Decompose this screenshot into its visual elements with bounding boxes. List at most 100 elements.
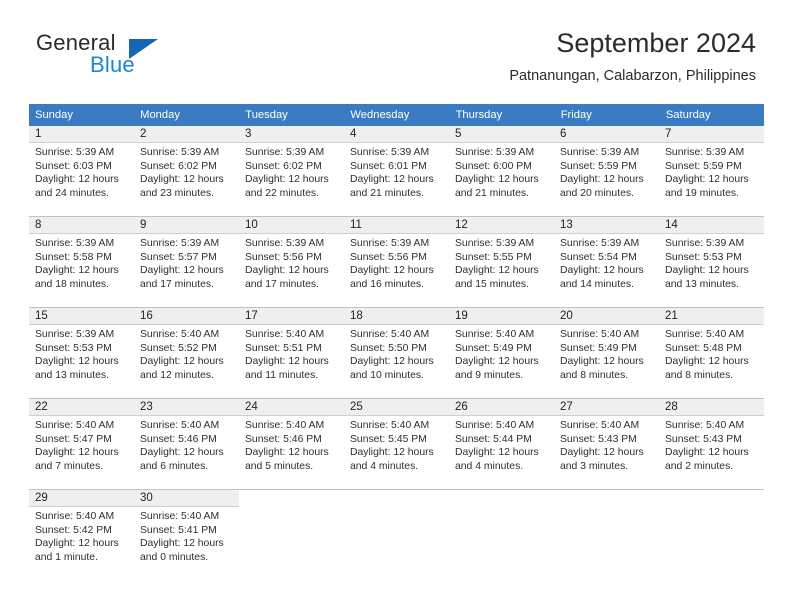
daylight-text-line2: and 15 minutes.: [455, 278, 529, 290]
day-number: 25: [350, 401, 363, 413]
day-number-band: [344, 490, 449, 507]
sunset-text: Sunset: 5:45 PM: [350, 433, 427, 445]
daylight-text-line1: Daylight: 12 hours: [35, 447, 119, 459]
calendar-day-cell[interactable]: 3 Sunrise: 5:39 AM Sunset: 6:02 PM Daylight…: [239, 126, 344, 216]
day-detail-lines: Sunrise: 5:40 AM Sunset: 5:47 PM Daylight:…: [35, 419, 131, 473]
logo-text-blue: Blue: [90, 52, 135, 77]
calendar-day-cell[interactable]: 14 Sunrise: 5:39 AM Sunset: 5:53 PM Dayligh…: [659, 217, 764, 307]
daylight-text-line2: and 12 minutes.: [140, 369, 214, 381]
calendar-day-cell[interactable]: 21 Sunrise: 5:40 AM Sunset: 5:48 PM Dayligh…: [659, 308, 764, 398]
day-number-band: [134, 217, 239, 234]
daylight-text-line1: Daylight: 12 hours: [35, 265, 119, 277]
day-detail-lines: Sunrise: 5:39 AM Sunset: 5:56 PM Daylight:…: [245, 237, 341, 291]
day-detail-lines: Sunrise: 5:40 AM Sunset: 5:44 PM Daylight:…: [455, 419, 551, 473]
daylight-text-line2: and 1 minute.: [35, 551, 98, 563]
calendar-weeks: 1 Sunrise: 5:39 AM Sunset: 6:03 PM Daylight…: [29, 126, 764, 580]
daylight-text-line1: Daylight: 12 hours: [560, 447, 644, 459]
calendar-day-cell[interactable]: 9 Sunrise: 5:39 AM Sunset: 5:57 PM Daylight…: [134, 217, 239, 307]
day-number: 21: [665, 310, 678, 322]
general-blue-logo[interactable]: General Blue: [34, 30, 264, 80]
calendar-day-cell[interactable]: 19 Sunrise: 5:40 AM Sunset: 5:49 PM Dayligh…: [449, 308, 554, 398]
day-detail-lines: Sunrise: 5:39 AM Sunset: 5:57 PM Daylight:…: [140, 237, 236, 291]
day-detail-lines: Sunrise: 5:40 AM Sunset: 5:49 PM Daylight:…: [455, 328, 551, 382]
calendar-day-cell[interactable]: 29 Sunrise: 5:40 AM Sunset: 5:42 PM Dayligh…: [29, 490, 134, 580]
calendar-day-cell[interactable]: 27 Sunrise: 5:40 AM Sunset: 5:43 PM Dayligh…: [554, 399, 659, 489]
sunset-text: Sunset: 5:50 PM: [350, 342, 427, 354]
daylight-text-line1: Daylight: 12 hours: [245, 265, 329, 277]
day-number: 6: [560, 128, 567, 140]
day-number: 22: [35, 401, 48, 413]
daylight-text-line1: Daylight: 12 hours: [560, 265, 644, 277]
calendar-day-cell[interactable]: 8 Sunrise: 5:39 AM Sunset: 5:58 PM Daylight…: [29, 217, 134, 307]
calendar-day-cell[interactable]: 23 Sunrise: 5:40 AM Sunset: 5:46 PM Dayligh…: [134, 399, 239, 489]
calendar-day-cell[interactable]: 17 Sunrise: 5:40 AM Sunset: 5:51 PM Dayligh…: [239, 308, 344, 398]
calendar-day-cell[interactable]: 25 Sunrise: 5:40 AM Sunset: 5:45 PM Dayligh…: [344, 399, 449, 489]
daylight-text-line1: Daylight: 12 hours: [455, 265, 539, 277]
sunset-text: Sunset: 5:46 PM: [140, 433, 217, 445]
calendar-day-cell[interactable]: 5 Sunrise: 5:39 AM Sunset: 6:00 PM Daylight…: [449, 126, 554, 216]
daylight-text-line1: Daylight: 12 hours: [245, 174, 329, 186]
sunset-text: Sunset: 5:57 PM: [140, 251, 217, 263]
sunrise-text: Sunrise: 5:39 AM: [665, 238, 745, 249]
day-number: 16: [140, 310, 153, 322]
calendar-day-cell[interactable]: 11 Sunrise: 5:39 AM Sunset: 5:56 PM Dayligh…: [344, 217, 449, 307]
daylight-text-line2: and 20 minutes.: [560, 187, 634, 199]
calendar-day-cell[interactable]: 4 Sunrise: 5:39 AM Sunset: 6:01 PM Daylight…: [344, 126, 449, 216]
daylight-text-line1: Daylight: 12 hours: [35, 538, 119, 550]
calendar-day-cell[interactable]: 20 Sunrise: 5:40 AM Sunset: 5:49 PM Dayligh…: [554, 308, 659, 398]
day-number: 7: [665, 128, 672, 140]
daylight-text-line2: and 14 minutes.: [560, 278, 634, 290]
calendar-day-cell[interactable]: 7 Sunrise: 5:39 AM Sunset: 5:59 PM Daylight…: [659, 126, 764, 216]
weekday-header-thursday: Thursday: [450, 104, 555, 126]
daylight-text-line2: and 2 minutes.: [665, 460, 734, 472]
calendar-day-cell[interactable]: 2 Sunrise: 5:39 AM Sunset: 6:02 PM Daylight…: [134, 126, 239, 216]
day-number: 26: [455, 401, 468, 413]
day-detail-lines: Sunrise: 5:40 AM Sunset: 5:49 PM Daylight:…: [560, 328, 656, 382]
day-number: 14: [665, 219, 678, 231]
day-number: 28: [665, 401, 678, 413]
sunrise-text: Sunrise: 5:40 AM: [140, 420, 220, 431]
calendar-day-cell[interactable]: 26 Sunrise: 5:40 AM Sunset: 5:44 PM Dayligh…: [449, 399, 554, 489]
calendar-day-cell-empty: [449, 490, 554, 580]
day-number-band: [344, 126, 449, 143]
sunset-text: Sunset: 6:01 PM: [350, 160, 427, 172]
page-header: General Blue September 2024 Patnanungan,…: [0, 0, 792, 100]
calendar-day-cell[interactable]: 15 Sunrise: 5:39 AM Sunset: 5:53 PM Dayligh…: [29, 308, 134, 398]
day-number: 8: [35, 219, 42, 231]
sunrise-text: Sunrise: 5:40 AM: [665, 420, 745, 431]
day-number: 10: [245, 219, 258, 231]
calendar-day-cell[interactable]: 22 Sunrise: 5:40 AM Sunset: 5:47 PM Dayligh…: [29, 399, 134, 489]
daylight-text-line1: Daylight: 12 hours: [245, 447, 329, 459]
calendar-day-cell[interactable]: 6 Sunrise: 5:39 AM Sunset: 5:59 PM Daylight…: [554, 126, 659, 216]
daylight-text-line1: Daylight: 12 hours: [140, 265, 224, 277]
calendar-day-cell-empty: [239, 490, 344, 580]
calendar-week-row: 15 Sunrise: 5:39 AM Sunset: 5:53 PM Dayligh…: [29, 308, 764, 398]
calendar-day-cell[interactable]: 24 Sunrise: 5:40 AM Sunset: 5:46 PM Dayligh…: [239, 399, 344, 489]
day-detail-lines: Sunrise: 5:40 AM Sunset: 5:43 PM Daylight:…: [665, 419, 761, 473]
calendar-day-cell[interactable]: 16 Sunrise: 5:40 AM Sunset: 5:52 PM Dayligh…: [134, 308, 239, 398]
calendar-day-cell[interactable]: 1 Sunrise: 5:39 AM Sunset: 6:03 PM Daylight…: [29, 126, 134, 216]
calendar-day-cell[interactable]: 10 Sunrise: 5:39 AM Sunset: 5:56 PM Dayligh…: [239, 217, 344, 307]
calendar-week-row: 1 Sunrise: 5:39 AM Sunset: 6:03 PM Daylight…: [29, 126, 764, 216]
calendar-day-cell-empty: [659, 490, 764, 580]
daylight-text-line1: Daylight: 12 hours: [35, 174, 119, 186]
title-block: September 2024 Patnanungan, Calabarzon, …: [509, 26, 756, 86]
sunset-text: Sunset: 5:54 PM: [560, 251, 637, 263]
day-number-band: [659, 126, 764, 143]
daylight-text-line1: Daylight: 12 hours: [350, 356, 434, 368]
calendar-day-cell[interactable]: 18 Sunrise: 5:40 AM Sunset: 5:50 PM Dayligh…: [344, 308, 449, 398]
sunset-text: Sunset: 5:43 PM: [560, 433, 637, 445]
calendar-day-cell[interactable]: 12 Sunrise: 5:39 AM Sunset: 5:55 PM Dayligh…: [449, 217, 554, 307]
day-number: 18: [350, 310, 363, 322]
weekday-header-saturday: Saturday: [665, 109, 711, 121]
calendar-day-cell[interactable]: 30 Sunrise: 5:40 AM Sunset: 5:41 PM Dayligh…: [134, 490, 239, 580]
day-detail-lines: Sunrise: 5:40 AM Sunset: 5:45 PM Daylight:…: [350, 419, 446, 473]
daylight-text-line1: Daylight: 12 hours: [140, 447, 224, 459]
day-detail-lines: Sunrise: 5:39 AM Sunset: 6:00 PM Daylight:…: [455, 146, 551, 200]
day-number: 11: [350, 219, 362, 231]
calendar-day-cell[interactable]: 28 Sunrise: 5:40 AM Sunset: 5:43 PM Dayligh…: [659, 399, 764, 489]
day-number: 29: [35, 492, 48, 504]
calendar-day-cell[interactable]: 13 Sunrise: 5:39 AM Sunset: 5:54 PM Dayligh…: [554, 217, 659, 307]
sunset-text: Sunset: 5:49 PM: [560, 342, 637, 354]
daylight-text-line2: and 4 minutes.: [350, 460, 419, 472]
